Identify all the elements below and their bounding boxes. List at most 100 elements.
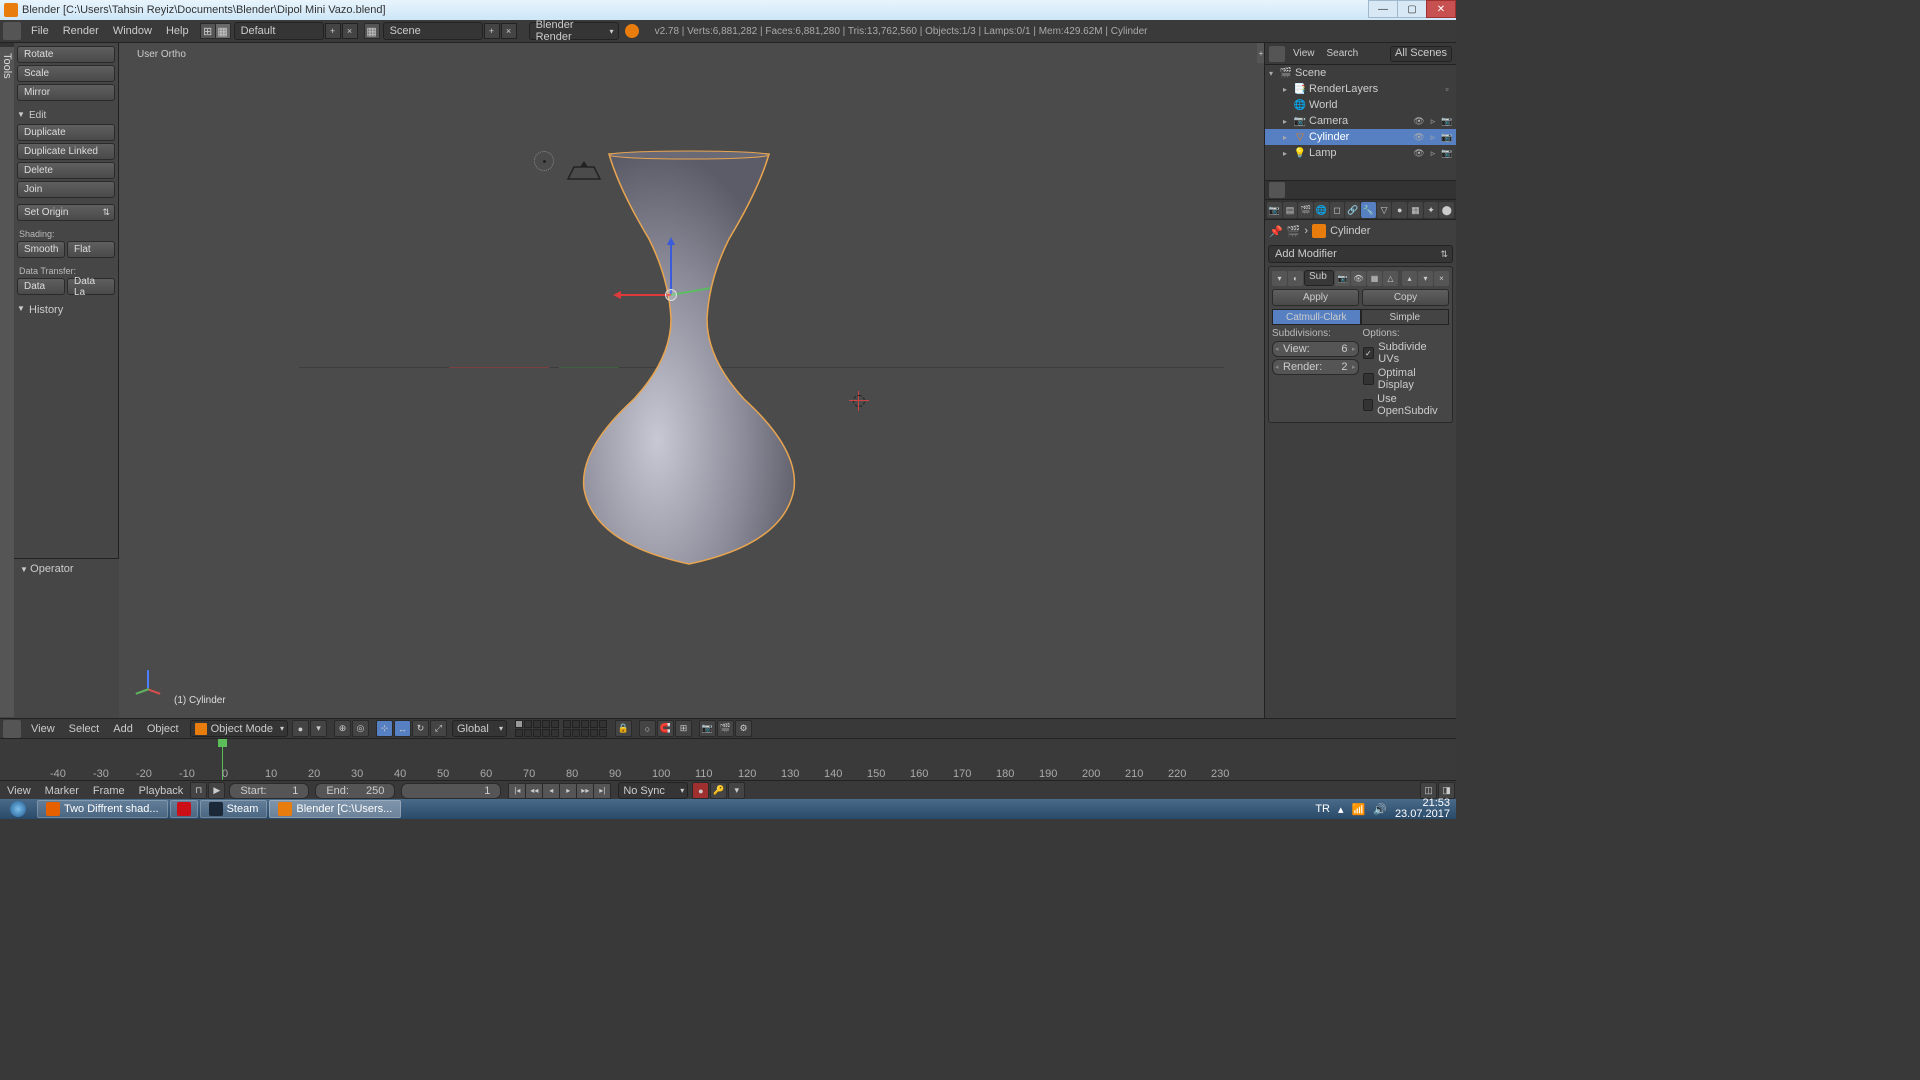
lock-camera-icon[interactable]: 🔒 — [615, 720, 632, 737]
manipulator-translate-icon[interactable]: ↔ — [394, 720, 411, 737]
scene-breadcrumb-icon[interactable]: 🎬 — [1287, 225, 1301, 238]
keying-select-icon[interactable]: ▾ — [728, 782, 745, 799]
shading-select-icon[interactable]: ▾ — [310, 720, 327, 737]
3d-viewport[interactable]: User Ortho (1) Cylinder — [119, 43, 1264, 718]
current-frame-field[interactable]: 1 — [401, 783, 501, 799]
outliner-editor-icon[interactable] — [1269, 46, 1285, 62]
tree-scene[interactable]: ▾🎬Scene — [1265, 65, 1456, 81]
taskbar-firefox[interactable]: Two Diffrent shad... — [37, 800, 168, 818]
tab-renderlayers-icon[interactable]: ▤ — [1283, 202, 1298, 218]
data-layout-button[interactable]: Data La — [67, 278, 115, 295]
tree-renderlayers[interactable]: ▸📑RenderLayers▫ — [1265, 81, 1456, 97]
duplicate-button[interactable]: Duplicate — [17, 124, 115, 141]
opengl-settings-icon[interactable]: ⚙ — [735, 720, 752, 737]
editor-type-icon[interactable] — [3, 22, 21, 40]
modifier-movedown-icon[interactable]: ▾ — [1418, 271, 1433, 286]
select-menu[interactable]: Select — [62, 723, 107, 735]
manipulator-toggle-icon[interactable]: ⊹ — [376, 720, 393, 737]
scene-browse-icon[interactable]: ▦ — [364, 23, 380, 39]
modifier-apply-button[interactable]: Apply — [1272, 289, 1359, 306]
maximize-button[interactable]: ▢ — [1397, 0, 1427, 18]
jump-end-icon[interactable]: ▸| — [593, 783, 611, 799]
rotate-button[interactable]: Rotate — [17, 46, 115, 63]
3dview-editor-icon[interactable] — [3, 720, 21, 738]
timeline-canvas[interactable]: -40-30-20-100102030405060708090100110120… — [0, 739, 1456, 780]
simple-tab[interactable]: Simple — [1361, 309, 1450, 325]
layout-remove-button[interactable]: × — [342, 23, 358, 39]
catmull-clark-tab[interactable]: Catmull-Clark — [1272, 309, 1361, 325]
snap-element-icon[interactable]: ⊞ — [675, 720, 692, 737]
timeline-playback-menu[interactable]: Playback — [132, 785, 191, 797]
tray-show-hidden-icon[interactable]: ▴ — [1338, 803, 1344, 816]
tab-constraints-icon[interactable]: 🔗 — [1345, 202, 1360, 218]
tab-data-icon[interactable]: ▽ — [1377, 202, 1392, 218]
tree-world[interactable]: 🌐World — [1265, 97, 1456, 113]
modifier-editmode-toggle-icon[interactable]: ▦ — [1367, 271, 1382, 286]
manipulator-x-axis[interactable] — [615, 294, 671, 296]
pin-icon[interactable]: 📌 — [1269, 225, 1283, 238]
menu-help[interactable]: Help — [159, 25, 196, 37]
shading-mode-icon[interactable]: ● — [292, 720, 309, 737]
tab-tools[interactable]: Tools — [0, 47, 14, 718]
menu-render[interactable]: Render — [56, 25, 106, 37]
menu-file[interactable]: File — [24, 25, 56, 37]
object-menu[interactable]: Object — [140, 723, 186, 735]
layout-add-button[interactable]: + — [325, 23, 341, 39]
scale-button[interactable]: Scale — [17, 65, 115, 82]
layout-prev-icon[interactable]: ⊞ — [200, 23, 216, 39]
tab-world-icon[interactable]: 🌐 — [1314, 202, 1329, 218]
properties-editor-icon[interactable] — [1269, 182, 1285, 198]
sync-select[interactable]: No Sync — [618, 782, 688, 799]
tree-camera[interactable]: ▸📷Camera👁▹📷 — [1265, 113, 1456, 129]
manipulator-z-axis[interactable] — [670, 239, 672, 295]
proportional-edit-icon[interactable]: ○ — [639, 720, 656, 737]
delete-button[interactable]: Delete — [17, 162, 115, 179]
join-button[interactable]: Join — [17, 181, 115, 198]
start-frame-field[interactable]: Start:1 — [229, 783, 309, 799]
tree-cylinder[interactable]: ▸▽Cylinder👁▹📷 — [1265, 129, 1456, 145]
modifier-expand-icon[interactable]: ▾ — [1272, 271, 1287, 286]
tray-network-icon[interactable]: 📶 — [1352, 803, 1366, 816]
tab-particles-icon[interactable]: ✦ — [1424, 202, 1439, 218]
modifier-name-field[interactable]: Sub — [1304, 270, 1334, 286]
jump-start-icon[interactable]: |◂ — [508, 783, 526, 799]
range-icon[interactable]: ⊓ — [190, 782, 207, 799]
lamp-object[interactable] — [534, 151, 554, 171]
taskbar-steam[interactable]: Steam — [200, 800, 268, 818]
manipulator-center[interactable] — [665, 289, 677, 301]
outliner-view-menu[interactable]: View — [1293, 48, 1315, 59]
tray-clock[interactable]: 21:5323.07.2017 — [1395, 798, 1450, 820]
autokey-icon[interactable]: ● — [692, 782, 709, 799]
tab-physics-icon[interactable]: ⬤ — [1439, 202, 1454, 218]
tree-lamp[interactable]: ▸💡Lamp👁▹📷 — [1265, 145, 1456, 161]
tab-render-icon[interactable]: 📷 — [1267, 202, 1282, 218]
menu-window[interactable]: Window — [106, 25, 159, 37]
close-button[interactable]: ✕ — [1426, 0, 1456, 18]
optimal-display-checkbox[interactable]: Optimal Display — [1363, 367, 1450, 391]
scene-remove-button[interactable]: × — [501, 23, 517, 39]
layer-buttons[interactable] — [515, 720, 611, 737]
timeline-frame-menu[interactable]: Frame — [86, 785, 132, 797]
subdiv-render-field[interactable]: Render:2 — [1272, 359, 1359, 375]
outliner-filter-select[interactable]: All Scenes — [1390, 46, 1452, 62]
opengl-render-icon[interactable]: 📷 — [699, 720, 716, 737]
tray-volume-icon[interactable]: 🔊 — [1373, 803, 1387, 816]
mode-select[interactable]: Object Mode — [190, 720, 288, 737]
modifier-display-toggle-icon[interactable]: 👁 — [1351, 271, 1366, 286]
orientation-select[interactable]: Global — [452, 720, 507, 737]
taskbar-blender[interactable]: Blender [C:\Users... — [269, 800, 401, 818]
pivot-icon[interactable]: ⊕ — [334, 720, 351, 737]
opengl-anim-icon[interactable]: 🎬 — [717, 720, 734, 737]
flat-button[interactable]: Flat — [67, 241, 115, 258]
modifier-cage-toggle-icon[interactable]: △ — [1383, 271, 1398, 286]
data-button[interactable]: Data — [17, 278, 65, 295]
breadcrumb-object[interactable]: Cylinder — [1330, 225, 1370, 237]
modifier-moveup-icon[interactable]: ▴ — [1402, 271, 1417, 286]
snap-icon[interactable]: 🧲 — [657, 720, 674, 737]
end-frame-field[interactable]: End:250 — [315, 783, 395, 799]
use-opensubdiv-checkbox[interactable]: Use OpenSubdiv — [1363, 393, 1450, 417]
edit-section-header[interactable]: Edit — [17, 107, 115, 124]
next-key-icon[interactable]: ▸▸ — [576, 783, 594, 799]
taskbar-opera[interactable] — [170, 800, 198, 818]
view-menu[interactable]: View — [24, 723, 62, 735]
